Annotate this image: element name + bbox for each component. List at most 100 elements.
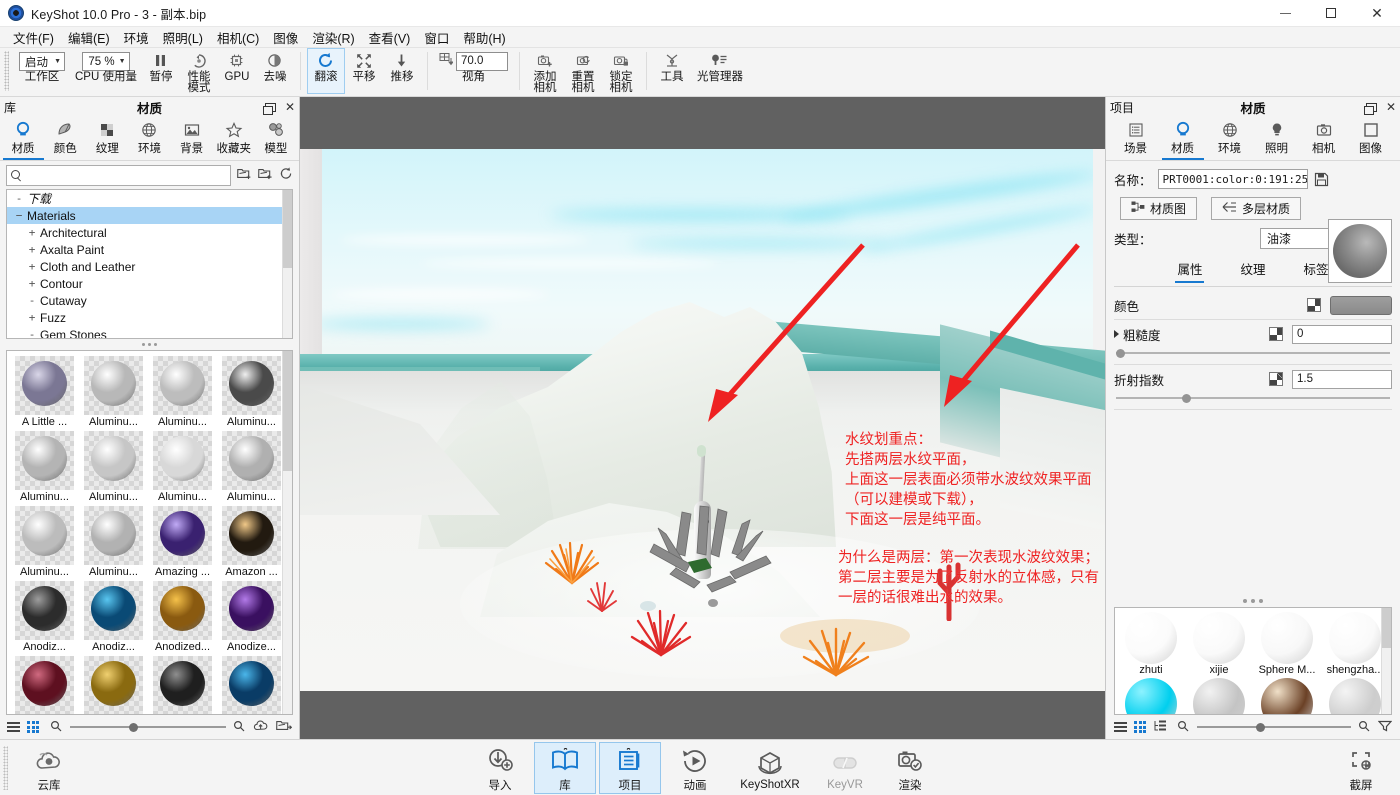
scene-material-item[interactable] bbox=[1185, 677, 1253, 714]
render-button[interactable]: 渲染 bbox=[879, 742, 941, 794]
cloud-upload-icon[interactable] bbox=[253, 719, 269, 735]
close-icon[interactable]: ✕ bbox=[285, 100, 295, 114]
library-material-item[interactable]: Aluminu... bbox=[217, 355, 286, 430]
library-material-item[interactable]: Aluminu... bbox=[10, 505, 79, 580]
grid-view-icon[interactable] bbox=[27, 721, 39, 733]
scene-material-item[interactable]: Sphere M... bbox=[1253, 611, 1321, 677]
import-button[interactable]: 导入 bbox=[469, 742, 531, 794]
maximize-button[interactable] bbox=[1308, 0, 1354, 27]
project-toggle-button[interactable]: 项目 bbox=[599, 741, 661, 794]
library-material-item[interactable]: A Little ... bbox=[10, 355, 79, 430]
scene-material-item[interactable] bbox=[1321, 677, 1389, 714]
keyshotxr-button[interactable]: KeyShotXR bbox=[729, 742, 811, 794]
expand-triangle-icon[interactable] bbox=[1114, 330, 1119, 338]
library-tab-favorites[interactable]: 收藏夹 bbox=[213, 120, 254, 158]
undock-icon[interactable] bbox=[262, 102, 276, 115]
project-tab-material[interactable]: 材质 bbox=[1161, 120, 1204, 160]
menu-file[interactable]: 文件(F) bbox=[6, 26, 61, 49]
animation-button[interactable]: 动画 bbox=[664, 742, 726, 794]
grid-view-icon[interactable] bbox=[1134, 721, 1146, 733]
pan-tool-button[interactable]: 平移 bbox=[345, 48, 383, 94]
texture-map-icon[interactable] bbox=[1269, 327, 1283, 341]
menu-window[interactable]: 窗口 bbox=[417, 26, 456, 49]
sub-tab-textures[interactable]: 纹理 bbox=[1238, 259, 1267, 283]
library-material-item[interactable]: Amazon ... bbox=[217, 505, 286, 580]
library-material-item[interactable] bbox=[10, 655, 79, 714]
library-material-item[interactable]: Anodized... bbox=[148, 580, 217, 655]
tree-item-cutaway[interactable]: - Cutaway bbox=[7, 292, 292, 309]
bottombar-grip[interactable] bbox=[3, 745, 8, 790]
sub-tab-labels[interactable]: 标签 bbox=[1302, 259, 1331, 283]
add-camera-button[interactable]: 添加 相机 bbox=[526, 48, 564, 94]
minimize-button[interactable] bbox=[1262, 0, 1308, 27]
save-disk-icon[interactable] bbox=[1314, 172, 1329, 187]
library-material-item[interactable]: Aluminu... bbox=[79, 505, 148, 580]
ior-input[interactable]: 1.5 bbox=[1292, 369, 1392, 389]
close-button[interactable]: ✕ bbox=[1354, 0, 1400, 27]
library-material-item[interactable]: Aluminu... bbox=[79, 355, 148, 430]
workspace-selector[interactable]: 启动 ▼ 工作区 bbox=[14, 48, 70, 94]
scene-material-item[interactable]: xijie bbox=[1185, 611, 1253, 677]
tree-view-icon[interactable] bbox=[1153, 720, 1167, 735]
keyvr-button[interactable]: KeyVR bbox=[814, 742, 876, 794]
library-grid-scrollbar[interactable] bbox=[282, 351, 292, 714]
tree-item-axalta-paint[interactable]: + Axalta Paint bbox=[7, 241, 292, 258]
project-zoom-slider[interactable] bbox=[1197, 721, 1351, 733]
tree-item-materials[interactable]: − Materials bbox=[7, 207, 292, 224]
library-tab-models[interactable]: 模型 bbox=[255, 120, 296, 158]
fov-field[interactable]: 70.0 视角 bbox=[434, 48, 513, 94]
library-folder-tree[interactable]: - 下载 − Materials + Architectural + Axalt… bbox=[6, 189, 293, 339]
library-material-item[interactable] bbox=[79, 655, 148, 714]
tumble-tool-button[interactable]: 翻滚 bbox=[306, 48, 345, 94]
library-splitter-handle[interactable] bbox=[0, 339, 299, 350]
texture-map-icon[interactable] bbox=[1269, 372, 1283, 386]
zoom-out-icon[interactable] bbox=[50, 720, 63, 735]
material-preview[interactable] bbox=[1328, 219, 1392, 283]
project-tab-environment[interactable]: 环境 bbox=[1209, 120, 1251, 158]
scene-material-item[interactable] bbox=[1117, 677, 1185, 714]
cloud-library-button[interactable]: 云库 bbox=[18, 742, 80, 794]
library-material-item[interactable]: Aluminu... bbox=[148, 355, 217, 430]
import-folder-icon[interactable] bbox=[258, 167, 273, 183]
menu-help[interactable]: 帮助(H) bbox=[456, 26, 512, 49]
library-material-item[interactable]: Aluminu... bbox=[10, 430, 79, 505]
library-toggle-button[interactable]: 库 bbox=[534, 741, 596, 794]
dolly-tool-button[interactable]: 推移 bbox=[383, 48, 421, 94]
library-tab-materials[interactable]: 材质 bbox=[2, 120, 44, 160]
gpu-button[interactable]: GPU bbox=[218, 48, 256, 94]
fov-value[interactable]: 70.0 bbox=[455, 52, 508, 71]
zoom-in-icon[interactable] bbox=[1358, 720, 1371, 735]
library-material-item[interactable]: Anodiz... bbox=[79, 580, 148, 655]
library-zoom-slider[interactable] bbox=[70, 721, 226, 733]
menu-view[interactable]: 查看(V) bbox=[362, 26, 418, 49]
tools-button[interactable]: 工具 bbox=[653, 48, 691, 94]
library-tab-environments[interactable]: 环境 bbox=[129, 120, 170, 158]
material-graph-button[interactable]: 材质图 bbox=[1120, 197, 1198, 220]
sub-tab-properties[interactable]: 属性 bbox=[1175, 259, 1205, 283]
tree-scrollbar[interactable] bbox=[282, 190, 292, 338]
library-material-item[interactable]: Aluminu... bbox=[217, 430, 286, 505]
multilayer-material-button[interactable]: 多层材质 bbox=[1211, 197, 1302, 220]
ior-slider[interactable] bbox=[1116, 391, 1390, 405]
add-folder-icon[interactable] bbox=[237, 167, 252, 183]
tree-item-gem-stones[interactable]: - Gem Stones bbox=[7, 326, 292, 339]
refresh-icon[interactable] bbox=[279, 167, 293, 183]
undock-icon[interactable] bbox=[1363, 102, 1377, 115]
project-tab-image[interactable]: 图像 bbox=[1350, 120, 1392, 158]
tree-item-fuzz[interactable]: + Fuzz bbox=[7, 309, 292, 326]
library-material-item[interactable]: Anodize... bbox=[217, 580, 286, 655]
render-canvas[interactable]: 水纹划重点： 先搭两层水纹平面， 上面这一层表面必须带水波纹效果平面 （可以建模… bbox=[300, 149, 1105, 691]
library-material-item[interactable]: Anodiz... bbox=[10, 580, 79, 655]
project-tab-camera[interactable]: 相机 bbox=[1303, 120, 1345, 158]
library-tab-textures[interactable]: 纹理 bbox=[87, 120, 128, 158]
texture-map-icon[interactable] bbox=[1307, 298, 1321, 312]
denoise-button[interactable]: 去噪 bbox=[256, 48, 294, 94]
library-search-box[interactable] bbox=[6, 164, 231, 186]
pause-button[interactable]: 暂停 bbox=[142, 48, 180, 94]
project-tab-scene[interactable]: 场景 bbox=[1115, 120, 1157, 158]
tree-item-architectural[interactable]: + Architectural bbox=[7, 224, 292, 241]
cpu-usage-selector[interactable]: 75 % ▼ CPU 使用量 bbox=[70, 48, 142, 94]
filter-icon[interactable] bbox=[1377, 720, 1393, 735]
scene-material-item[interactable]: shengzha... bbox=[1321, 611, 1389, 677]
search-input[interactable] bbox=[26, 168, 226, 182]
